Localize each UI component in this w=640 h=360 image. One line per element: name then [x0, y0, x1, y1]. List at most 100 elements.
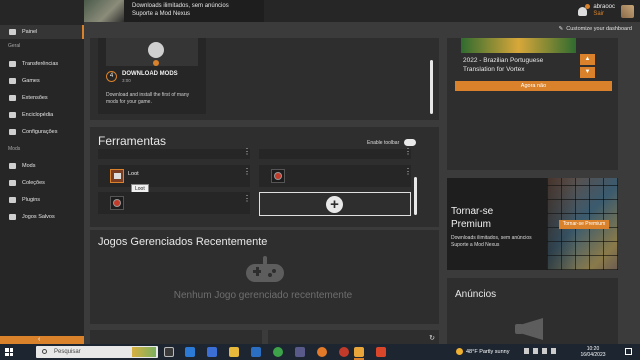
- not-now-button[interactable]: Agora não: [455, 81, 612, 91]
- sidebar-item-label: Coleções: [22, 180, 45, 186]
- mail-icon[interactable]: [251, 347, 261, 357]
- enable-toolbar-toggle[interactable]: [404, 139, 416, 146]
- sidebar-item-plugins[interactable]: Plugins: [0, 193, 84, 207]
- sidebar-item-transferencias[interactable]: Transferências: [0, 57, 84, 71]
- more-menu-icon[interactable]: ⋮: [404, 148, 412, 156]
- windows-start-icon[interactable]: [5, 348, 13, 356]
- gamepad-icon: [9, 78, 16, 84]
- sidebar-item-games[interactable]: Games: [0, 74, 84, 88]
- tool-tile[interactable]: ⋮: [98, 148, 251, 159]
- task-view-icon[interactable]: [164, 347, 174, 357]
- record-icon[interactable]: [339, 347, 349, 357]
- system-tray[interactable]: [524, 348, 556, 354]
- play-icon[interactable]: [148, 42, 164, 58]
- translation-title-line-2: Translation for Vortex: [463, 66, 525, 73]
- step-number: 4: [106, 71, 117, 82]
- customize-dashboard-button[interactable]: ✎ Customize your dashboard: [559, 26, 632, 32]
- sidebar-collapse-button[interactable]: ‹: [0, 336, 84, 344]
- get-started-scrollbar[interactable]: [430, 60, 433, 114]
- more-menu-icon[interactable]: ⋮: [243, 195, 251, 203]
- collection-icon: [9, 180, 16, 186]
- tool-icon: [110, 196, 124, 210]
- sidebar-section-mods: Mods: [8, 146, 21, 152]
- notification-center-icon[interactable]: [625, 348, 632, 355]
- sidebar-item-label: Extensões: [22, 95, 48, 101]
- premium-title-line-1: Tornar-se: [451, 206, 494, 217]
- file-explorer-icon[interactable]: [229, 347, 239, 357]
- sidebar-item-label: Jogos Salvos: [22, 214, 55, 220]
- bottom-right-panel: ↻: [268, 330, 439, 344]
- sidebar: Painel Geral Transferências Games Extens…: [0, 22, 84, 344]
- banner-text: Downloads ilimitados, sem anúncios Supor…: [132, 2, 262, 18]
- plugin-icon: [9, 197, 16, 203]
- tool-tile-loot[interactable]: Loot ⋮: [98, 165, 251, 187]
- video-thumbnail[interactable]: [106, 38, 198, 66]
- wrench-icon: [9, 163, 16, 169]
- sidebar-item-label: Painel: [22, 29, 38, 35]
- weather-widget[interactable]: 48°F Partly sunny: [456, 348, 509, 355]
- tool-tile[interactable]: ⋮: [259, 148, 412, 159]
- user-area: abraooc Sair: [578, 0, 634, 22]
- premium-banner[interactable]: Downloads ilimitados, sem anúncios Supor…: [84, 0, 264, 22]
- translation-title[interactable]: 2022 - Brazilian Portuguese Translation …: [463, 56, 543, 74]
- sidebar-item-jogos-salvos[interactable]: Jogos Salvos: [0, 210, 84, 224]
- thumbs-down-icon[interactable]: ▼: [580, 67, 595, 78]
- tool-icon: [271, 169, 285, 183]
- more-menu-icon[interactable]: ⋮: [243, 168, 251, 176]
- tool-tile[interactable]: ⋮: [259, 165, 412, 187]
- bell-icon[interactable]: [578, 3, 591, 16]
- banner-image: [84, 0, 124, 22]
- taskbar-search[interactable]: Pesquisar: [36, 346, 158, 358]
- sidebar-item-label: Plugins: [22, 197, 41, 203]
- notification-dot: [585, 3, 591, 9]
- save-icon: [9, 214, 16, 220]
- tools-title: Ferramentas: [98, 134, 167, 148]
- dashboard-icon: [9, 29, 16, 35]
- firefox-icon[interactable]: [317, 347, 327, 357]
- edge-icon[interactable]: [185, 347, 195, 357]
- card-description: Download and install the first of many m…: [106, 92, 190, 105]
- avatar[interactable]: [621, 4, 634, 18]
- taskbar-clock[interactable]: 10:20 16/04/2023: [578, 346, 608, 358]
- sidebar-item-extensoes[interactable]: Extensões: [0, 91, 84, 105]
- premium-title-line-2: Premium: [451, 219, 492, 230]
- tool-label: Loot: [128, 171, 139, 177]
- logout-link[interactable]: Sair: [593, 11, 615, 18]
- username: abraooc: [593, 4, 615, 10]
- search-icon: [42, 349, 47, 354]
- add-icon: +: [326, 196, 343, 213]
- sidebar-item-enciclopedia[interactable]: Enciclopédia: [0, 108, 84, 122]
- vortex-icon[interactable]: [354, 347, 364, 357]
- user-info[interactable]: abraooc Sair: [593, 4, 615, 18]
- more-menu-icon[interactable]: ⋮: [404, 168, 412, 176]
- download-mods-card[interactable]: 4 DOWNLOAD MODS 3:00 Download and instal…: [98, 38, 206, 114]
- chrome-icon[interactable]: [273, 347, 283, 357]
- empty-state-message: Nenhum Jogo gerenciado recentemente: [173, 290, 353, 301]
- go-premium-button[interactable]: Tornar-se Premium: [559, 220, 609, 229]
- more-menu-icon[interactable]: ⋮: [243, 148, 251, 156]
- chevron-left-icon: ‹: [38, 336, 41, 343]
- chevron-up-icon[interactable]: [524, 348, 529, 354]
- add-tool-button[interactable]: +: [259, 192, 411, 216]
- dashboard-toolbar: [84, 22, 640, 38]
- gamepad-icon: [246, 256, 284, 282]
- app-icon[interactable]: [295, 347, 305, 357]
- sidebar-item-colecoes[interactable]: Coleções: [0, 176, 84, 190]
- sidebar-item-painel[interactable]: Painel: [0, 25, 84, 39]
- weather-text: 48°F Partly sunny: [466, 348, 510, 355]
- card-duration: 3:00: [122, 78, 131, 83]
- refresh-icon[interactable]: ↻: [429, 334, 435, 342]
- gear-icon: [9, 129, 16, 135]
- language-icon[interactable]: [551, 348, 556, 354]
- thumbs-up-icon[interactable]: ▲: [580, 54, 595, 65]
- volume-icon[interactable]: [542, 348, 547, 354]
- tool-tile[interactable]: ⋮: [98, 192, 251, 214]
- store-icon[interactable]: [207, 347, 217, 357]
- tools-scrollbar[interactable]: [414, 177, 417, 215]
- search-highlight-image: [132, 347, 156, 357]
- sidebar-item-configuracoes[interactable]: Configurações: [0, 125, 84, 139]
- app-icon[interactable]: [376, 347, 386, 357]
- network-icon[interactable]: [533, 348, 538, 354]
- pencil-icon: ✎: [558, 26, 564, 32]
- sidebar-item-mods[interactable]: Mods: [0, 159, 84, 173]
